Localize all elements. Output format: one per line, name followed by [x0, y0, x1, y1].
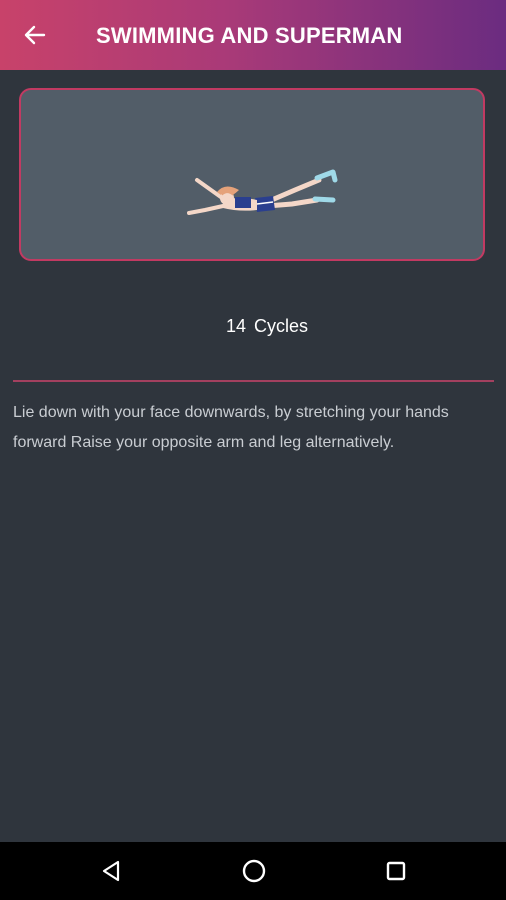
- cycles-label: 14 Cycles: [0, 314, 506, 338]
- system-nav-bar: [0, 842, 506, 900]
- cycles-unit: Cycles: [254, 316, 309, 336]
- page-title: SWIMMING AND SUPERMAN: [96, 23, 403, 48]
- circle-home-icon: [242, 859, 266, 883]
- exercise-description: Lie down with your face downwards, by st…: [13, 404, 449, 451]
- nav-back-button[interactable]: [94, 855, 128, 887]
- nav-home-button[interactable]: [237, 855, 271, 887]
- arrow-left-icon: [24, 25, 46, 45]
- triangle-back-icon: [102, 860, 120, 882]
- square-recents-icon: [386, 861, 406, 881]
- nav-recents-button[interactable]: [379, 855, 413, 887]
- divider: [13, 380, 494, 382]
- app-bar: SWIMMING AND SUPERMAN: [0, 0, 506, 70]
- back-button[interactable]: [16, 17, 54, 53]
- exercise-illustration: [187, 169, 338, 215]
- exercise-image-card: [19, 88, 485, 261]
- cycles-count: 14: [225, 316, 246, 336]
